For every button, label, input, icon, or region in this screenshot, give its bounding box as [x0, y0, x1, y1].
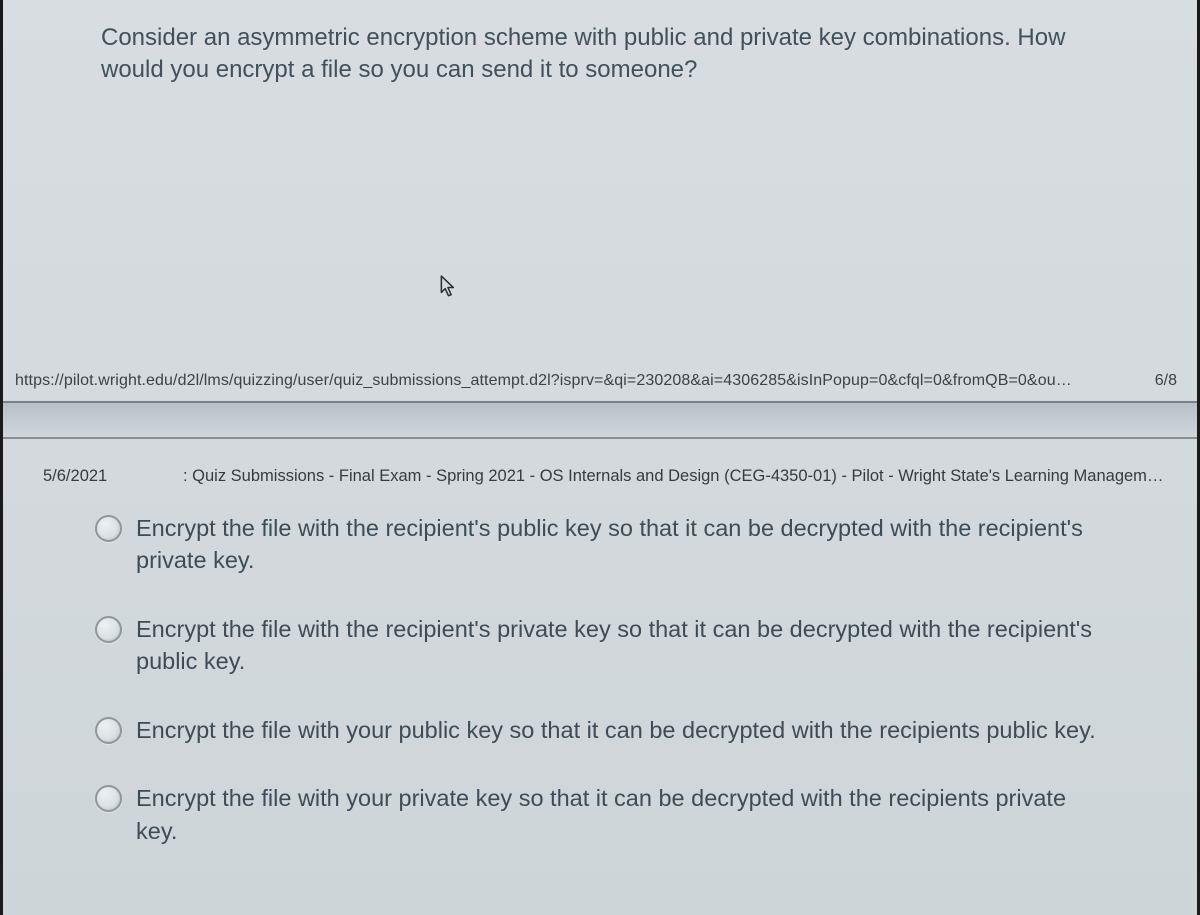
radio-icon[interactable]	[95, 515, 122, 542]
option-4[interactable]: Encrypt the file with your private key s…	[95, 782, 1107, 847]
answers-region: 5/6/2021 : Quiz Submissions - Final Exam…	[3, 439, 1197, 847]
options-list: Encrypt the file with the recipient's pu…	[3, 510, 1197, 847]
page-container: Consider an asymmetric encryption scheme…	[0, 0, 1200, 915]
option-1[interactable]: Encrypt the file with the recipient's pu…	[95, 512, 1107, 577]
option-text: Encrypt the file with your private key s…	[136, 782, 1107, 847]
option-text: Encrypt the file with the recipient's pr…	[136, 613, 1107, 678]
page-gap	[3, 403, 1197, 439]
option-2[interactable]: Encrypt the file with the recipient's pr…	[95, 613, 1107, 678]
radio-icon[interactable]	[95, 785, 122, 812]
option-3[interactable]: Encrypt the file with your public key so…	[95, 714, 1107, 746]
question-region: Consider an asymmetric encryption scheme…	[3, 0, 1197, 403]
footer-url: https://pilot.wright.edu/d2l/lms/quizzin…	[15, 372, 1072, 390]
print-footer: https://pilot.wright.edu/d2l/lms/quizzin…	[3, 365, 1197, 401]
page-header-meta: 5/6/2021 : Quiz Submissions - Final Exam…	[3, 439, 1197, 510]
meta-date: 5/6/2021	[43, 467, 183, 486]
option-text: Encrypt the file with the recipient's pu…	[136, 512, 1107, 577]
option-text: Encrypt the file with your public key so…	[136, 714, 1096, 746]
cursor-icon	[440, 275, 458, 299]
footer-page-number: 6/8	[1143, 372, 1177, 390]
radio-icon[interactable]	[95, 616, 122, 643]
question-text: Consider an asymmetric encryption scheme…	[19, 0, 1181, 87]
meta-title: : Quiz Submissions - Final Exam - Spring…	[183, 467, 1177, 486]
radio-icon[interactable]	[95, 717, 122, 744]
